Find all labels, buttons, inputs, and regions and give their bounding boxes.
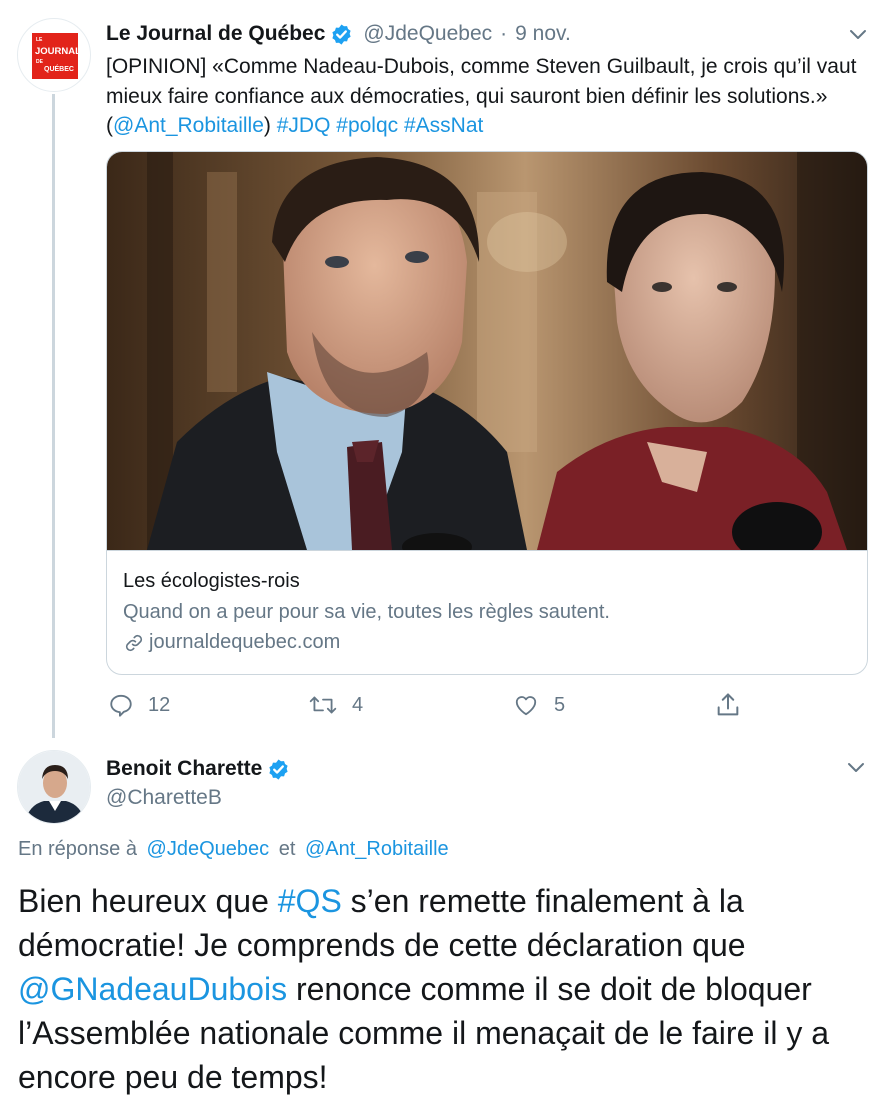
author-handle[interactable]: @JdeQuebec bbox=[363, 22, 492, 46]
verified-badge-icon bbox=[269, 758, 288, 780]
hashtag-jdq[interactable]: #JDQ bbox=[277, 114, 331, 137]
thread-connector-line bbox=[52, 94, 55, 738]
like-count: 5 bbox=[554, 693, 566, 716]
avatar-journal-de-quebec[interactable]: LE JOURNAL DE QUÉBEC bbox=[17, 18, 91, 92]
hashtag-qs[interactable]: #QS bbox=[278, 883, 342, 919]
card-photo-illustration bbox=[107, 152, 867, 550]
tweet-header: Le Journal de Québec @JdeQuebec · 9 nov. bbox=[106, 20, 571, 48]
mention-ant-robitaille[interactable]: @Ant_Robitaille bbox=[113, 114, 264, 137]
share-button[interactable] bbox=[714, 690, 756, 720]
author-handle[interactable]: @CharetteB bbox=[106, 786, 222, 810]
reply-and: et bbox=[278, 838, 296, 860]
logo-text-journal: JOURNAL bbox=[35, 46, 78, 57]
logo-text-de: DE bbox=[36, 59, 44, 65]
card-image[interactable] bbox=[107, 152, 867, 550]
verified-badge-icon bbox=[332, 23, 352, 45]
reply-mention-jdequebec[interactable]: @JdeQuebec bbox=[147, 838, 270, 860]
hashtag-assnat[interactable]: #AssNat bbox=[404, 114, 483, 137]
logo-text-quebec: QUÉBEC bbox=[44, 64, 74, 73]
like-icon bbox=[515, 696, 537, 716]
retweet-count: 4 bbox=[352, 693, 364, 716]
tweet-text-part1: Bien heureux que bbox=[18, 883, 278, 919]
mention-gnadeaudubois[interactable]: @GNadeauDubois bbox=[18, 971, 287, 1007]
tweet-text-paren: ) bbox=[263, 114, 277, 137]
reply-context: En réponse à @JdeQuebec et @Ant_Robitail… bbox=[18, 838, 453, 861]
separator-dot: · bbox=[500, 22, 508, 45]
reply-mention-ant-robitaille[interactable]: @Ant_Robitaille bbox=[305, 838, 449, 860]
logo-text-le: LE bbox=[36, 37, 43, 43]
card-domain-text: journaldequebec.com bbox=[149, 631, 341, 653]
card-title[interactable]: Les écologistes-rois bbox=[123, 570, 300, 593]
journal-de-quebec-logo: LE JOURNAL DE QUÉBEC bbox=[32, 33, 78, 79]
chevron-down-icon[interactable] bbox=[848, 24, 868, 44]
retweet-button[interactable]: 4 bbox=[308, 690, 363, 720]
author-name-row: Benoit Charette bbox=[106, 755, 290, 783]
link-preview-card[interactable]: Les écologistes-rois Quand on a peur pou… bbox=[106, 151, 868, 675]
like-button[interactable]: 5 bbox=[512, 690, 565, 720]
tweet-text: [OPINION] «Comme Nadeau-Dubois, comme St… bbox=[106, 52, 872, 141]
chevron-down-icon[interactable] bbox=[846, 757, 866, 777]
reply-button[interactable]: 12 bbox=[108, 690, 170, 720]
reply-prefix: En réponse à bbox=[18, 838, 137, 860]
tweet-text: Bien heureux que #QS s’en remette finale… bbox=[18, 879, 880, 1099]
avatar-benoit-charette[interactable] bbox=[17, 750, 91, 824]
retweet-icon bbox=[309, 696, 337, 714]
tweet-timestamp[interactable]: 9 nov. bbox=[515, 22, 571, 46]
link-icon bbox=[125, 634, 143, 651]
author-name[interactable]: Le Journal de Québec bbox=[106, 22, 325, 46]
avatar-photo bbox=[18, 751, 90, 823]
card-domain[interactable]: journaldequebec.com bbox=[123, 631, 340, 654]
hashtag-polqc[interactable]: #polqc bbox=[336, 114, 398, 137]
author-name[interactable]: Benoit Charette bbox=[106, 757, 262, 781]
reply-icon bbox=[110, 694, 132, 717]
card-description: Quand on a peur pour sa vie, toutes les … bbox=[123, 601, 610, 623]
reply-count: 12 bbox=[148, 693, 171, 716]
card-divider bbox=[107, 550, 867, 551]
share-icon bbox=[717, 693, 739, 716]
